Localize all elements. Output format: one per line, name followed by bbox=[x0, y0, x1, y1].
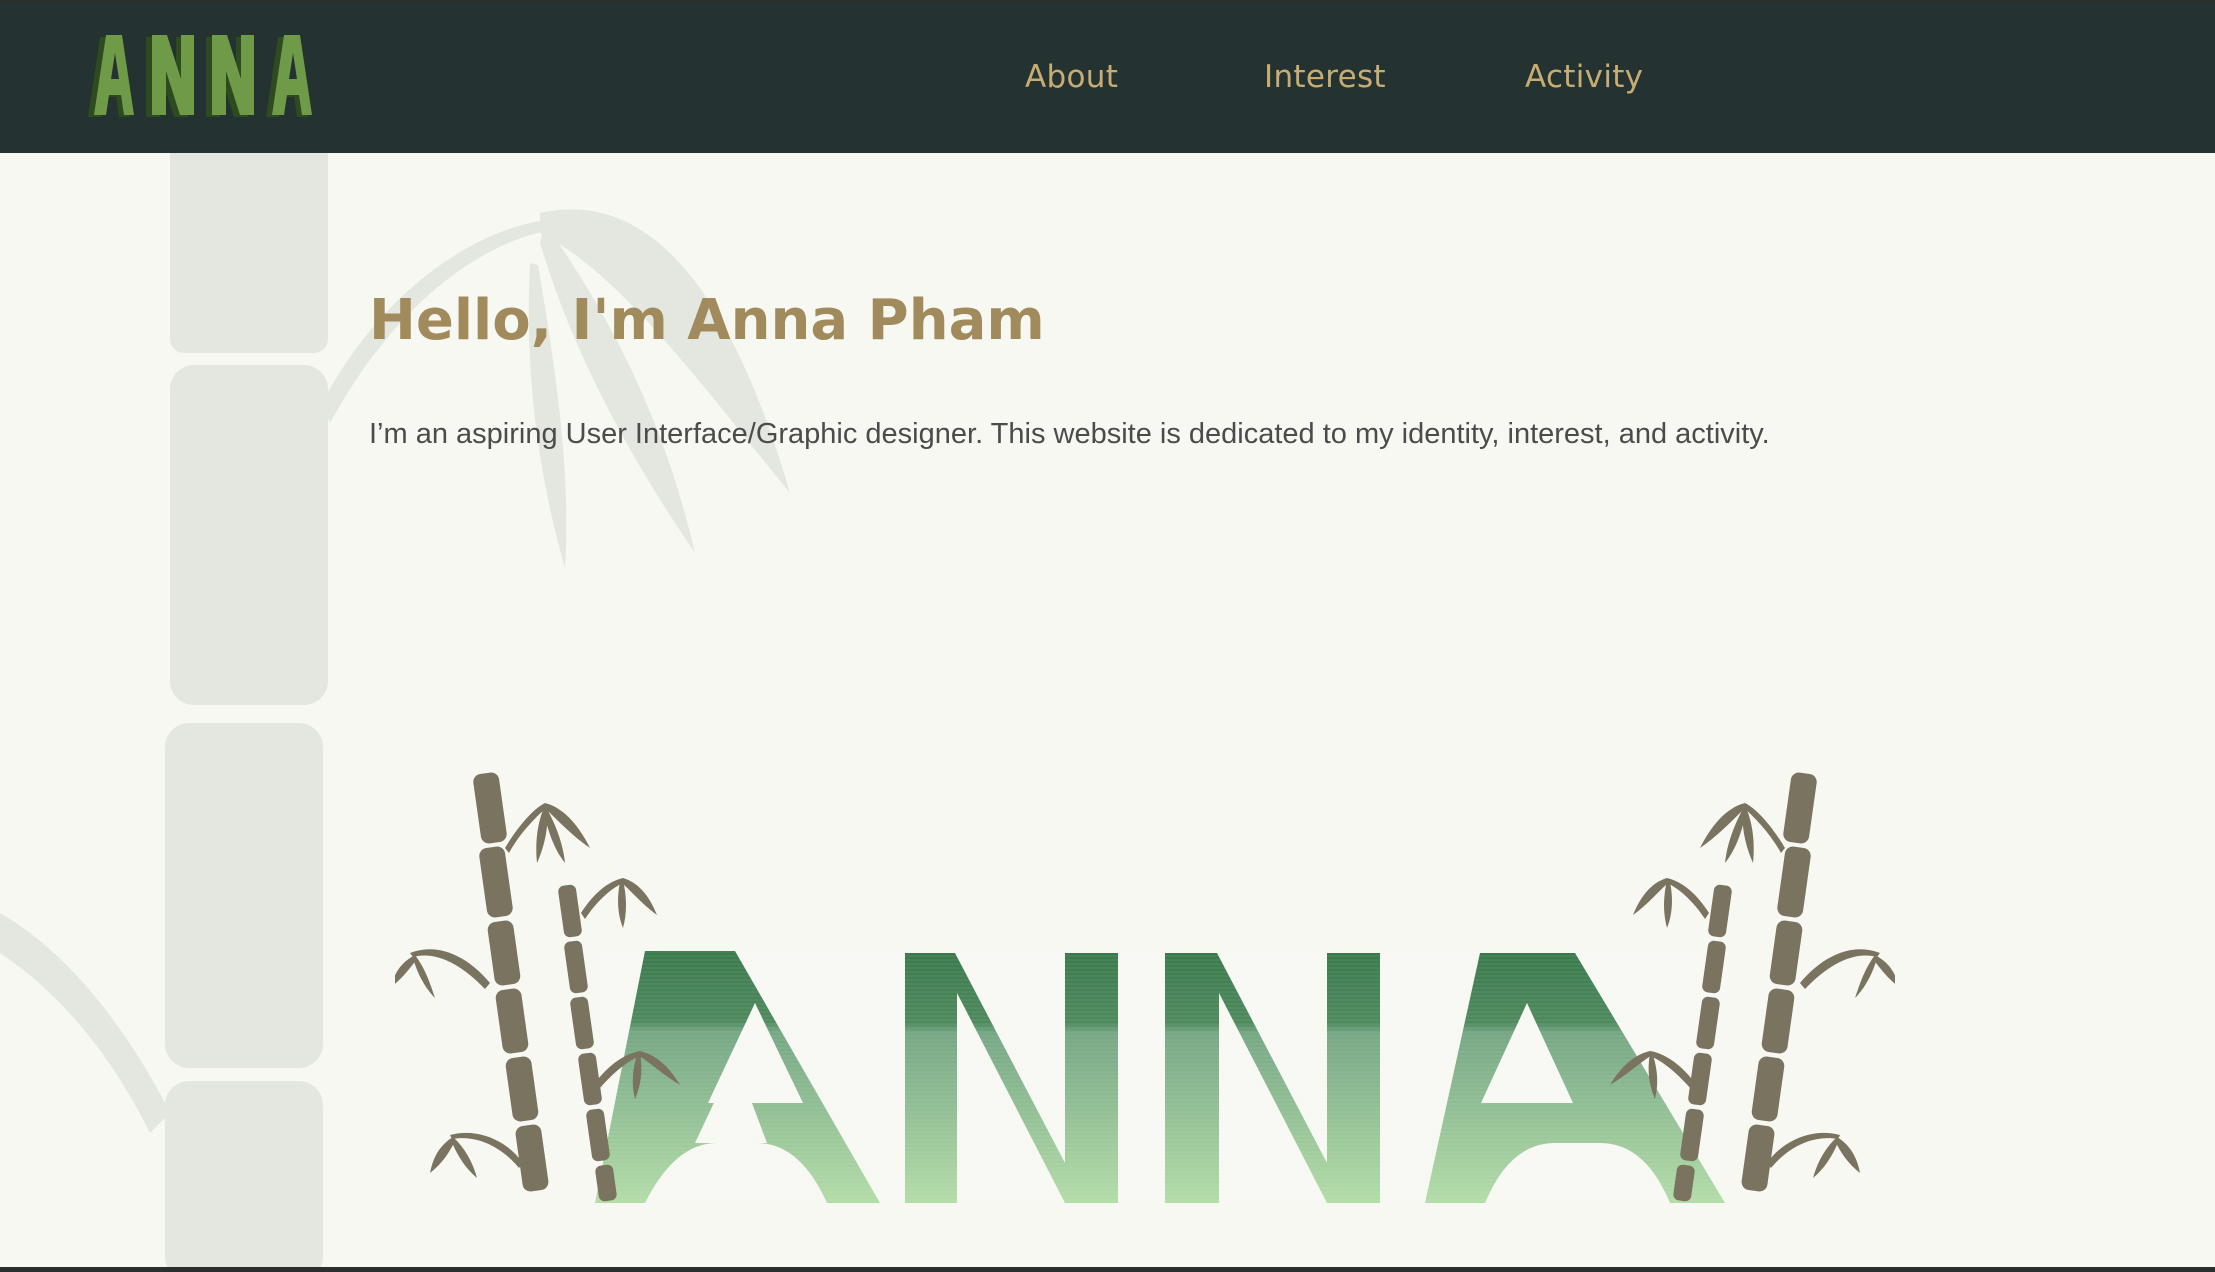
intro-paragraph: I’m an aspiring User Interface/Graphic d… bbox=[369, 418, 1770, 450]
top-navbar: About Interest Activity bbox=[0, 3, 2215, 153]
anna-bamboo-artwork bbox=[395, 772, 1895, 1203]
page-title: Hello, I'm Anna Pham bbox=[369, 288, 1045, 353]
nav-about-link[interactable]: About bbox=[1025, 59, 1118, 95]
anna-logo[interactable] bbox=[82, 31, 332, 123]
nav-activity-link[interactable]: Activity bbox=[1525, 59, 1643, 95]
bottom-divider bbox=[0, 1267, 2215, 1269]
page-frame: About Interest Activity Hello, I'm Anna … bbox=[0, 3, 2215, 1269]
nav-interest-link[interactable]: Interest bbox=[1264, 59, 1386, 95]
